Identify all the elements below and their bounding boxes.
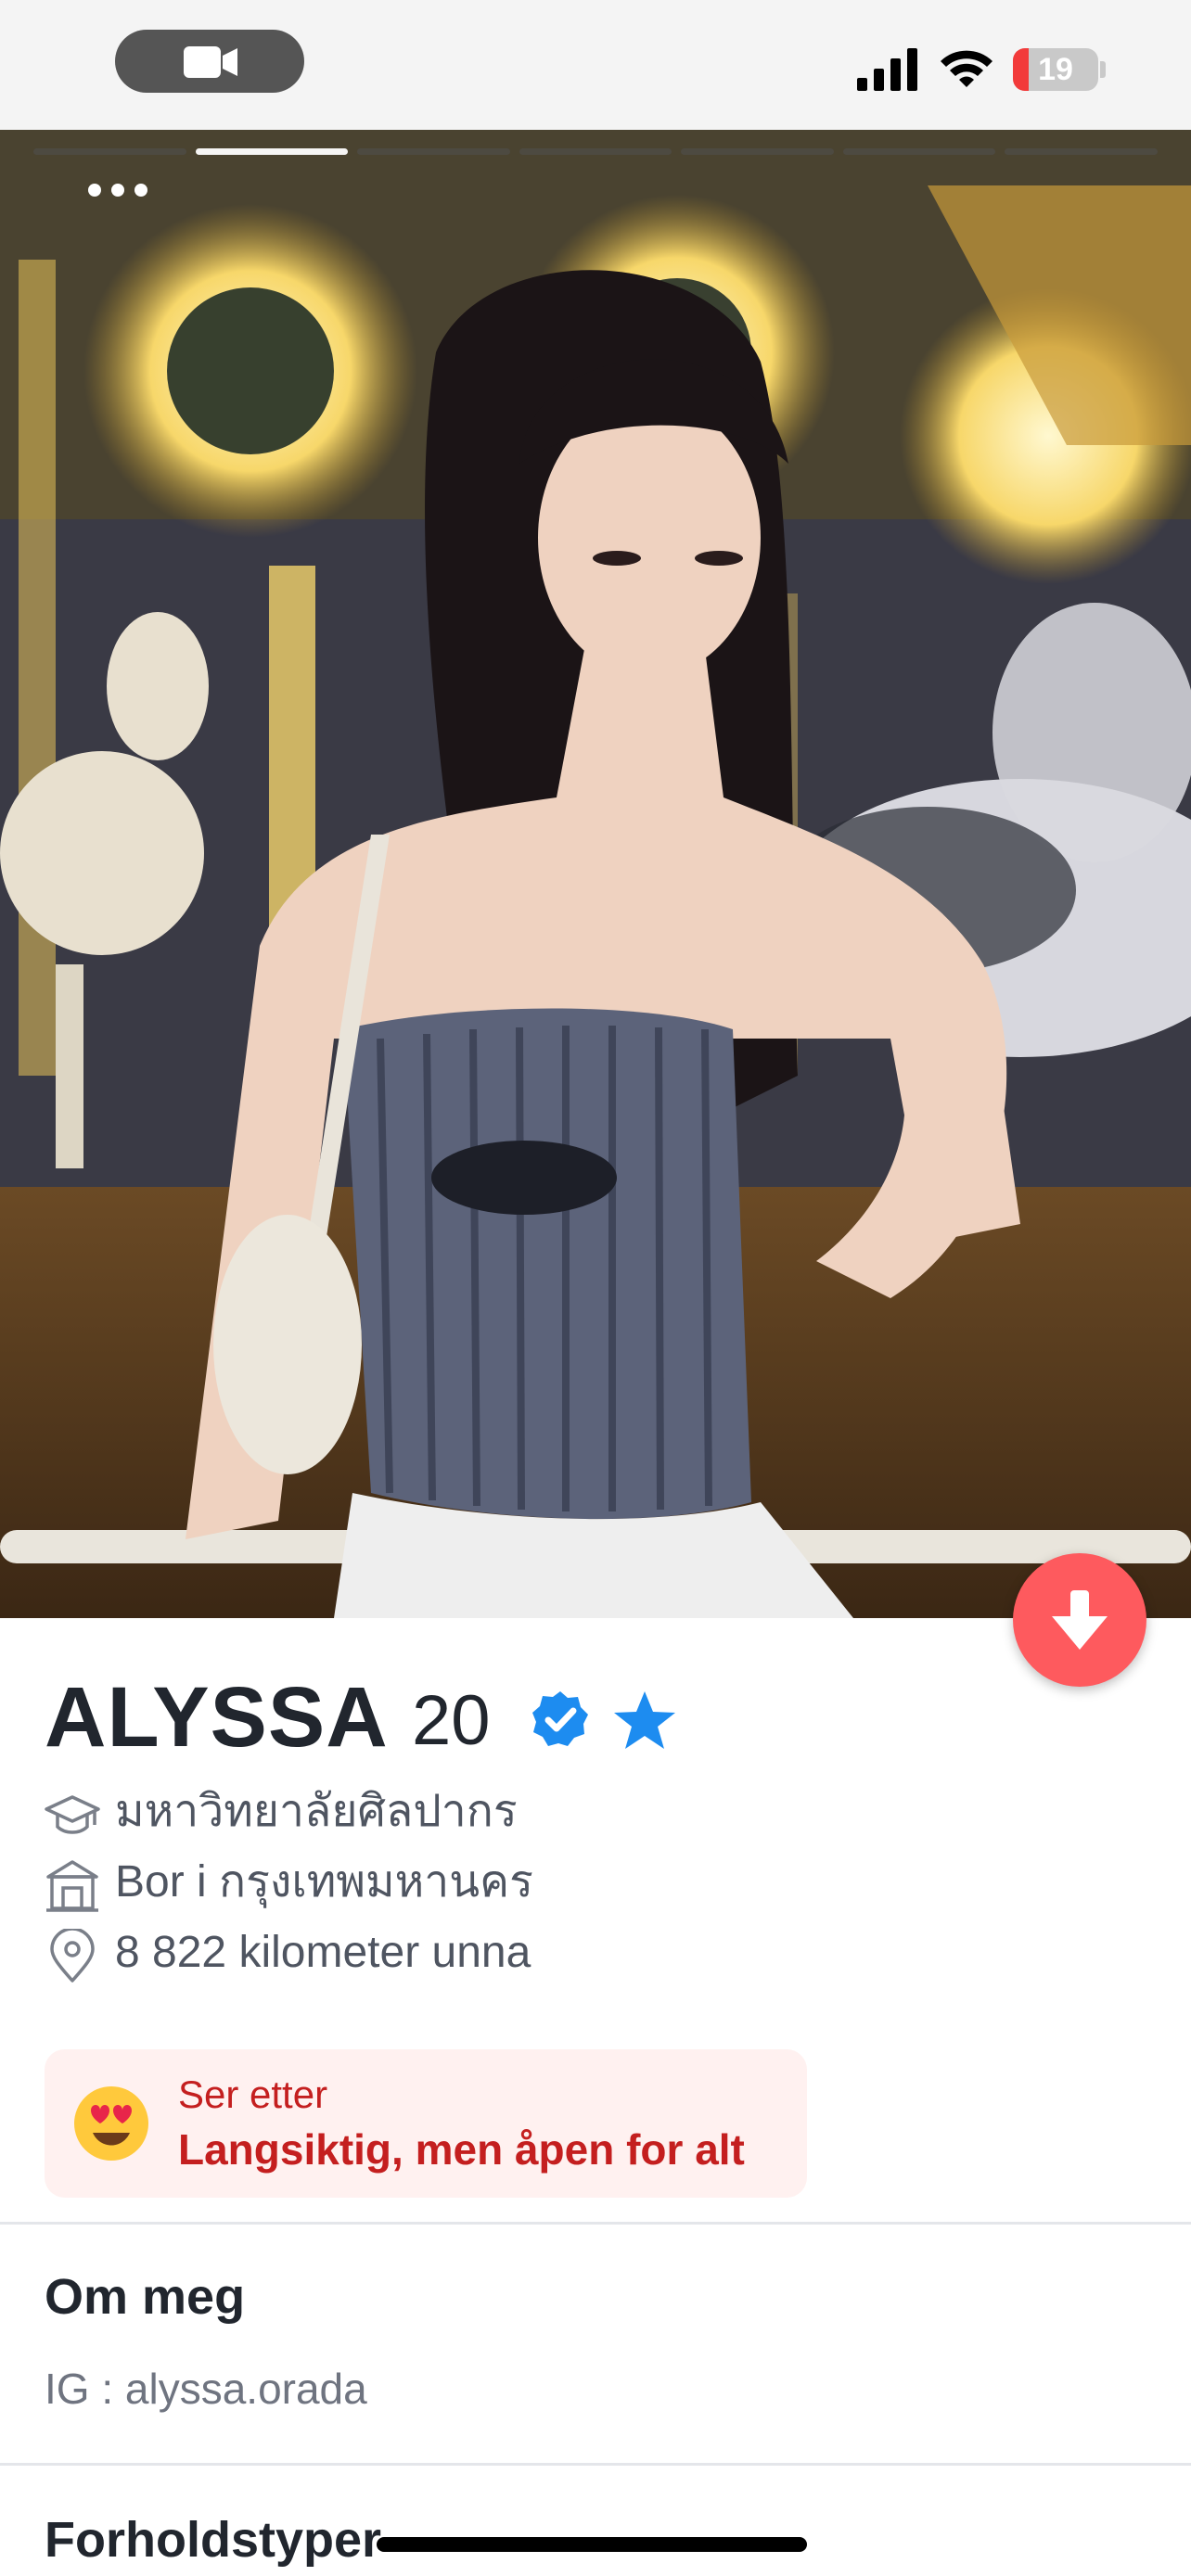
- video-camera-icon: [184, 46, 237, 78]
- story-progress-segment: [33, 148, 186, 155]
- distance-text: 8 822 kilometer unna: [115, 1928, 531, 1977]
- story-progress-segment: [519, 148, 672, 155]
- looking-for-card: Ser etter Langsiktig, men åpen for alt: [45, 2049, 807, 2198]
- school-text: มหาวิทยาลัยศิลปากร: [115, 1787, 518, 1836]
- graduation-cap-icon: [45, 1795, 100, 1834]
- more-dots-icon[interactable]: [85, 176, 150, 204]
- building-icon: [46, 1860, 98, 1912]
- battery-cap: [1100, 61, 1106, 78]
- profile-photo[interactable]: [0, 130, 1191, 1618]
- story-progress-segment: [681, 148, 834, 155]
- star-icon: [614, 1691, 675, 1749]
- story-progress-segment: [1005, 148, 1158, 155]
- section-divider: [0, 2463, 1191, 2466]
- battery-icon: 19: [1013, 48, 1098, 91]
- relationship-types-title: Forholdstyper: [45, 2512, 382, 2568]
- story-progress-segment: [195, 148, 349, 155]
- story-progress-segment: [357, 148, 510, 155]
- photo-illustration: [0, 130, 1191, 1618]
- profile-age: 20: [412, 1681, 491, 1760]
- profile-name: ALYSSA: [45, 1670, 389, 1765]
- battery-level: 19: [1038, 52, 1073, 87]
- section-divider: [0, 2222, 1191, 2225]
- story-progress-segment: [842, 148, 996, 155]
- heart-eyes-emoji-icon: [74, 2086, 148, 2161]
- status-bar: 19: [0, 0, 1191, 130]
- verified-badge-icon[interactable]: [531, 1690, 590, 1749]
- about-text: IG : alyssa.orada: [45, 2365, 367, 2413]
- looking-for-label: Ser etter: [178, 2072, 328, 2116]
- arrow-down-icon: [1052, 1590, 1108, 1650]
- collapse-profile-button[interactable]: [1013, 1553, 1146, 1687]
- residence-text: Bor i กรุงเทพมหานคร: [115, 1857, 533, 1906]
- cellular-signal-icon: [857, 48, 917, 91]
- wifi-icon: [941, 50, 992, 87]
- camera-indicator[interactable]: [115, 30, 304, 93]
- home-indicator[interactable]: [377, 2537, 807, 2552]
- about-title: Om meg: [45, 2269, 246, 2325]
- location-pin-icon: [50, 1929, 95, 1983]
- looking-for-value: Langsiktig, men åpen for alt: [178, 2125, 745, 2174]
